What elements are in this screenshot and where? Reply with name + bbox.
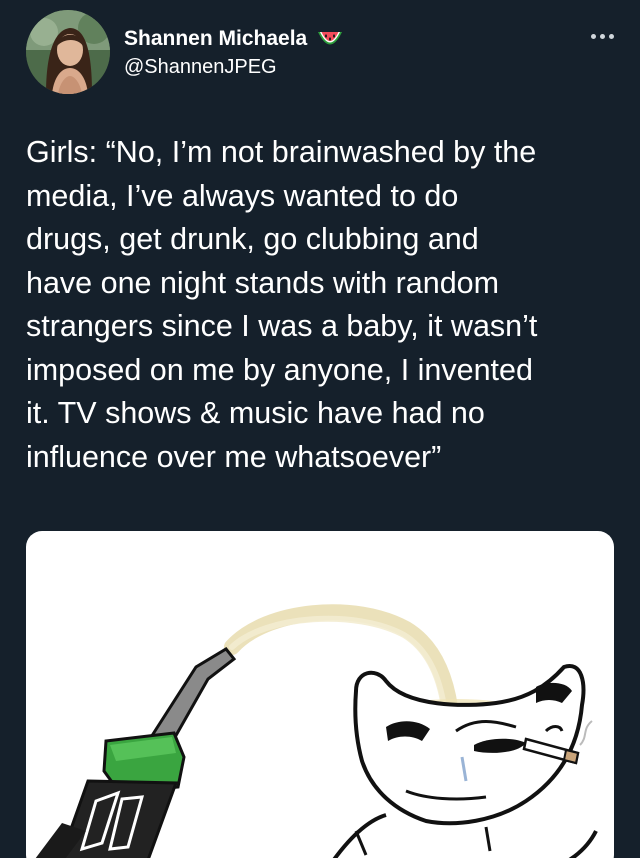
- meme-illustration: [35, 604, 598, 858]
- fuel-nozzle-icon: [35, 647, 237, 858]
- avatar[interactable]: [26, 10, 110, 94]
- tweet-text-line: Girls: “No, I’m not brainwashed by the: [26, 135, 537, 169]
- tweet-text-line: strangers since I was a baby, it wasn’t: [26, 309, 538, 343]
- tweet-media-image[interactable]: [26, 531, 614, 858]
- name-row: Shannen Michaela: [124, 27, 345, 51]
- tweet-card: Shannen Michaela @ShannenJPEG Girls: “No…: [0, 0, 640, 858]
- tweet-text: Girls: “No, I’m not brainwashed by the m…: [26, 131, 626, 479]
- tweet-text-line: influence over me whatsoever”: [26, 439, 442, 474]
- tweet-text-line: imposed on me by anyone, I invented: [26, 352, 533, 387]
- more-horizontal-icon: [590, 33, 596, 39]
- more-options-button[interactable]: [582, 26, 622, 46]
- more-horizontal-icon-dot: [608, 33, 614, 39]
- more-horizontal-icon-dot: [599, 33, 605, 39]
- tweet-text-line: it. TV shows & music have had no: [26, 396, 485, 430]
- tweet-text-line: have one night stands with random: [26, 265, 500, 300]
- tweet-header: Shannen Michaela @ShannenJPEG: [0, 0, 640, 110]
- tweet-text-line: media, I’ve always wanted to do: [26, 178, 459, 213]
- user-handle[interactable]: @ShannenJPEG: [124, 56, 277, 79]
- watermelon-icon: [315, 27, 345, 51]
- tweet-text-line: drugs, get drunk, go clubbing and: [26, 222, 479, 256]
- wojak-face-icon: [332, 664, 598, 858]
- avatar-photo: [26, 10, 110, 94]
- display-name[interactable]: Shannen Michaela: [124, 27, 307, 51]
